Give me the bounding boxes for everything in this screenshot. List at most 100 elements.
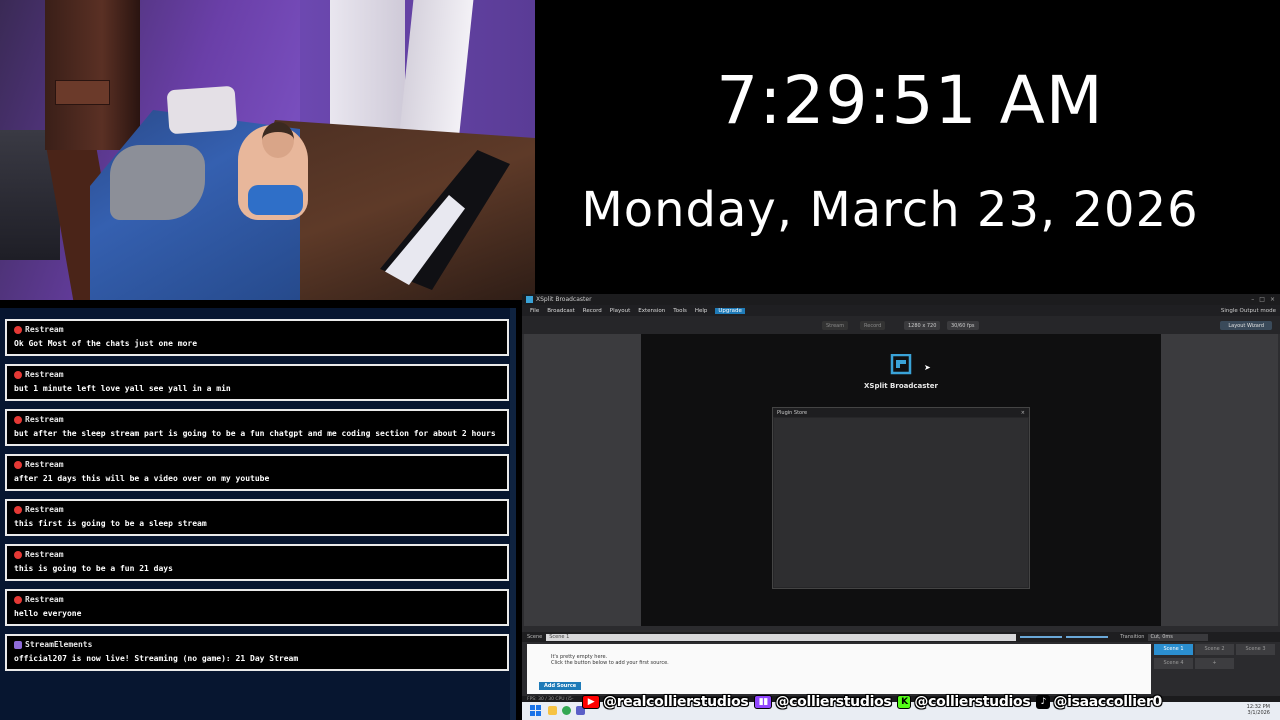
chat-author: Restream (25, 550, 64, 559)
stage-side-right (1161, 334, 1278, 626)
chat-message: Restream Ok Got Most of the chats just o… (5, 319, 509, 356)
plugin-store-title: Plugin Store (777, 409, 808, 416)
layout-wizard-button[interactable]: Layout Wizard (1220, 321, 1272, 330)
scene-4-button[interactable]: Scene 4 (1154, 658, 1193, 669)
scene-1-button[interactable]: Scene 1 (1154, 644, 1193, 655)
webcam-person-head (262, 122, 294, 158)
fps-select[interactable]: 30/60 fps (947, 321, 979, 330)
chat-message: Restream this is going to be a fun 21 da… (5, 544, 509, 581)
taskbar-clock: 12:32 PM 3/1/2026 (1247, 704, 1270, 716)
xsplit-stage: XSplit Broadcaster ➤ Plugin Store × (522, 334, 1280, 626)
chat-text: but after the sleep stream part is going… (14, 429, 496, 438)
restream-icon (14, 325, 22, 334)
maximize-icon[interactable]: □ (1259, 296, 1265, 303)
chat-text: but 1 minute left love yall see yall in … (14, 384, 231, 393)
plugin-store-titlebar: Plugin Store × (773, 408, 1029, 417)
xsplit-toolbar: Stream Record 1280 x 720 30/60 fps Layou… (522, 316, 1280, 334)
xsplit-brand: XSplit Broadcaster (864, 382, 938, 390)
xsplit-titlebar: XSplit Broadcaster – □ × (522, 294, 1280, 305)
webcam-drawer (55, 80, 110, 105)
chat-message: Restream but 1 minute left love yall see… (5, 364, 509, 401)
minimize-icon[interactable]: – (1251, 296, 1254, 303)
menu-file[interactable]: File (530, 308, 539, 314)
transition-label: Transition (1120, 634, 1145, 640)
menu-tools[interactable]: Tools (673, 308, 687, 314)
stage-side-left (524, 334, 641, 626)
kick-icon: K (897, 695, 912, 709)
webcam-person-shorts (248, 185, 303, 215)
chat-message: Restream hello everyone (5, 589, 509, 626)
scene-2-button[interactable]: Scene 2 (1195, 644, 1234, 655)
close-icon[interactable]: × (1021, 410, 1025, 416)
chat-author: Restream (25, 325, 64, 334)
scene-name-input[interactable]: Scene 1 (546, 633, 1017, 641)
chat-text: hello everyone (14, 609, 82, 618)
menu-help[interactable]: Help (695, 308, 708, 314)
add-scene-button[interactable]: + (1195, 658, 1234, 669)
mic-slider[interactable] (1066, 636, 1109, 638)
restream-icon (14, 415, 22, 424)
scene-bar: Scene Scene 1 Transition Cut, 0ms (522, 632, 1280, 642)
restream-icon (14, 550, 22, 559)
menu-broadcast[interactable]: Broadcast (547, 308, 575, 314)
chat-author: Restream (25, 595, 64, 604)
webcam-dresser (45, 0, 140, 150)
xsplit-window: XSplit Broadcaster – □ × File Broadcast … (522, 294, 1280, 720)
taskbar-date: 3/1/2026 (1247, 710, 1270, 716)
webcam-blanket (110, 145, 205, 220)
audio-slider[interactable] (1020, 636, 1063, 638)
chat-message: Restream this first is going to be a sle… (5, 499, 509, 536)
chat-author: Restream (25, 415, 64, 424)
stage-canvas[interactable]: XSplit Broadcaster ➤ Plugin Store × (641, 334, 1161, 626)
clock-date: Monday, March 23, 2026 (581, 182, 1199, 238)
webcam-pillow (166, 85, 238, 135)
xsplit-menubar: File Broadcast Record Playout Extension … (522, 305, 1280, 316)
close-icon[interactable]: × (1270, 296, 1275, 303)
sources-panel: It's pretty empty here. Click the button… (527, 644, 1151, 694)
chat-text: Ok Got Most of the chats just one more (14, 339, 198, 348)
xsplit-logo-icon (890, 354, 912, 375)
twitch-icon: ▮▮ (754, 695, 773, 709)
file-explorer-icon[interactable] (548, 706, 557, 715)
menu-record[interactable]: Record (583, 308, 602, 314)
restream-icon (14, 370, 22, 379)
output-mode-select[interactable]: Single Output mode (1221, 308, 1276, 314)
restream-icon (14, 505, 22, 514)
scene-3-button[interactable]: Scene 3 (1236, 644, 1275, 655)
scenes-panel: Scene 1 Scene 2 Scene 3 Scene 4 + (1154, 644, 1276, 694)
menu-extension[interactable]: Extension (638, 308, 665, 314)
add-source-button[interactable]: Add Source (539, 682, 582, 690)
chat-author: Restream (25, 460, 64, 469)
social-tiktok: ♪ @isaaccollier0 (1036, 694, 1162, 710)
windows-start-icon[interactable] (530, 705, 541, 716)
scene-label: Scene (527, 634, 543, 640)
xsplit-app-icon (526, 296, 533, 303)
menu-playout[interactable]: Playout (610, 308, 630, 314)
social-twitch: ▮▮ @collierstudios (754, 694, 892, 710)
chat-text: this first is going to be a sleep stream (14, 519, 207, 528)
webcam-door (330, 0, 405, 130)
chat-message: Restream but after the sleep stream part… (5, 409, 509, 446)
kick-handle: @collierstudios (914, 694, 1031, 710)
chrome-icon[interactable] (562, 706, 571, 715)
resolution-select[interactable]: 1280 x 720 (904, 321, 941, 330)
transition-select[interactable]: Cut, 0ms (1148, 633, 1209, 641)
window-title: XSplit Broadcaster (536, 296, 592, 303)
mouse-cursor-icon: ➤ (924, 363, 931, 372)
chat-panel: Restream Ok Got Most of the chats just o… (0, 308, 516, 720)
streamelements-icon (14, 640, 22, 649)
chat-author: Restream (25, 505, 64, 514)
record-button[interactable]: Record (860, 321, 886, 330)
upgrade-button[interactable]: Upgrade (715, 307, 745, 314)
chat-text: official207 is now live! Streaming (no g… (14, 654, 299, 663)
chat-text: after 21 days this will be a video over … (14, 474, 270, 483)
restream-icon (14, 595, 22, 604)
restream-icon (14, 460, 22, 469)
youtube-icon: ▶ (582, 695, 600, 709)
plugin-store-body (774, 418, 1028, 587)
chat-message: StreamElements official207 is now live! … (5, 634, 509, 671)
tiktok-icon: ♪ (1036, 695, 1051, 709)
youtube-handle: @realcollierstudios (603, 694, 749, 710)
webcam-feed (0, 0, 535, 300)
stream-button[interactable]: Stream (822, 321, 849, 330)
